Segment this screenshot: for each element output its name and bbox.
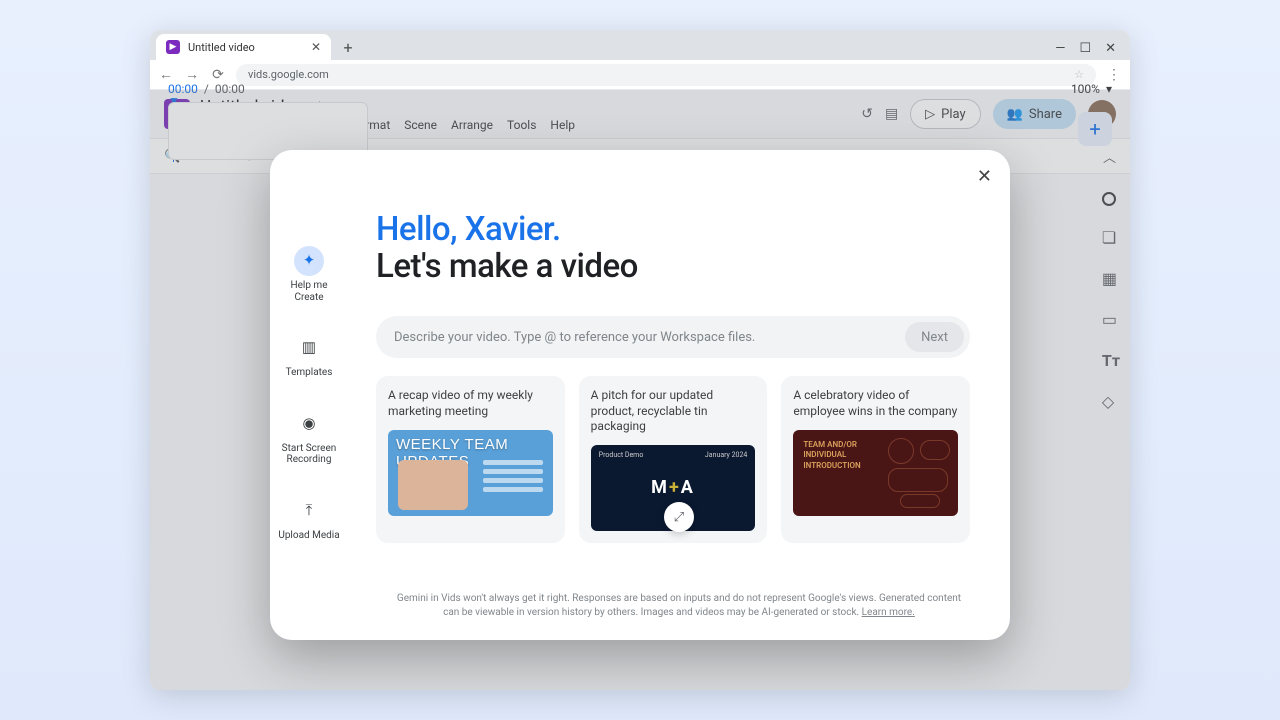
shapes-rail-icon[interactable]: ◇ bbox=[1102, 392, 1120, 411]
back-icon[interactable]: ← bbox=[158, 66, 174, 83]
sidebar-screen-recording[interactable]: ◉ Start Screen Recording bbox=[276, 409, 342, 466]
close-window-icon[interactable]: ✕ bbox=[1105, 41, 1116, 56]
disclaimer-text: Gemini in Vids won't always get it right… bbox=[388, 592, 970, 620]
folder-rail-icon[interactable]: ▭ bbox=[1102, 310, 1120, 329]
browser-window: ▶ Untitled video ✕ + — ☐ ✕ ← → ⟳ vids.go… bbox=[150, 30, 1130, 690]
help-me-create-modal: ✕ ✦ Help me Create ▥ Templates ◉ Start S… bbox=[270, 150, 1010, 640]
sparkle-icon: ✦ bbox=[294, 246, 324, 276]
sidebar-help-me-create[interactable]: ✦ Help me Create bbox=[276, 246, 342, 303]
zoom-chevron-icon[interactable]: ▾ bbox=[1106, 82, 1112, 96]
add-scene-button[interactable]: + bbox=[1078, 112, 1112, 146]
zoom-level[interactable]: 100% bbox=[1071, 82, 1100, 96]
templates-icon: ▥ bbox=[294, 333, 324, 363]
prompt-input[interactable]: Describe your video. Type @ to reference… bbox=[394, 330, 905, 345]
suggestion-card-recap[interactable]: A recap video of my weekly marketing mee… bbox=[376, 376, 565, 543]
stock-rail-icon[interactable]: ❏ bbox=[1102, 228, 1120, 247]
tab-strip: ▶ Untitled video ✕ + — ☐ ✕ bbox=[150, 30, 1130, 60]
modal-main: Hello, Xavier. Let's make a video Descri… bbox=[348, 150, 1010, 640]
tab-close-icon[interactable]: ✕ bbox=[311, 40, 321, 54]
subtitle-text: Let's make a video bbox=[376, 247, 970, 286]
browser-menu-icon[interactable]: ⋮ bbox=[1106, 67, 1122, 83]
browser-tab[interactable]: ▶ Untitled video ✕ bbox=[156, 34, 331, 60]
suggestion-card-celebrate[interactable]: A celebratory video of employee wins in … bbox=[781, 376, 970, 543]
record-rail-icon[interactable] bbox=[1102, 192, 1116, 206]
thumb-weekly-updates: WEEKLY TEAM UPDATES bbox=[388, 430, 553, 516]
time-total: 00:00 bbox=[215, 82, 245, 96]
window-controls: — ☐ ✕ bbox=[1055, 41, 1116, 56]
prompt-input-row: Describe your video. Type @ to reference… bbox=[376, 316, 970, 358]
minimize-icon[interactable]: — bbox=[1055, 41, 1065, 56]
text-rail-icon[interactable]: Tт bbox=[1102, 351, 1120, 370]
sidebar-templates[interactable]: ▥ Templates bbox=[276, 333, 342, 379]
greeting-text: Hello, Xavier. bbox=[376, 210, 970, 249]
bookmark-icon[interactable]: ☆ bbox=[1074, 68, 1084, 81]
thumb-team-intro: TEAM AND/OR INDIVIDUAL INTRODUCTION bbox=[793, 430, 958, 516]
vids-favicon: ▶ bbox=[166, 40, 180, 54]
expand-icon[interactable]: ⤢ bbox=[664, 502, 694, 532]
reload-icon[interactable]: ⟳ bbox=[210, 67, 226, 83]
url-text: vids.google.com bbox=[248, 68, 329, 81]
next-button[interactable]: Next bbox=[905, 322, 964, 352]
image-rail-icon[interactable]: ▦ bbox=[1102, 269, 1120, 288]
upload-icon: ⤒ bbox=[294, 496, 324, 526]
maximize-icon[interactable]: ☐ bbox=[1079, 41, 1091, 56]
tab-title: Untitled video bbox=[188, 41, 303, 54]
modal-sidebar: ✦ Help me Create ▥ Templates ◉ Start Scr… bbox=[270, 150, 348, 640]
timeline: 00:00 / 00:00 100% ▾ ▼ + bbox=[168, 82, 1112, 160]
forward-icon[interactable]: → bbox=[184, 66, 200, 83]
sidebar-upload-media[interactable]: ⤒ Upload Media bbox=[276, 496, 342, 542]
record-icon: ◉ bbox=[294, 409, 324, 439]
right-rail: ❏ ▦ ▭ Tт ◇ bbox=[1102, 192, 1120, 411]
learn-more-link[interactable]: Learn more. bbox=[862, 607, 915, 618]
new-tab-button[interactable]: + bbox=[337, 36, 359, 58]
